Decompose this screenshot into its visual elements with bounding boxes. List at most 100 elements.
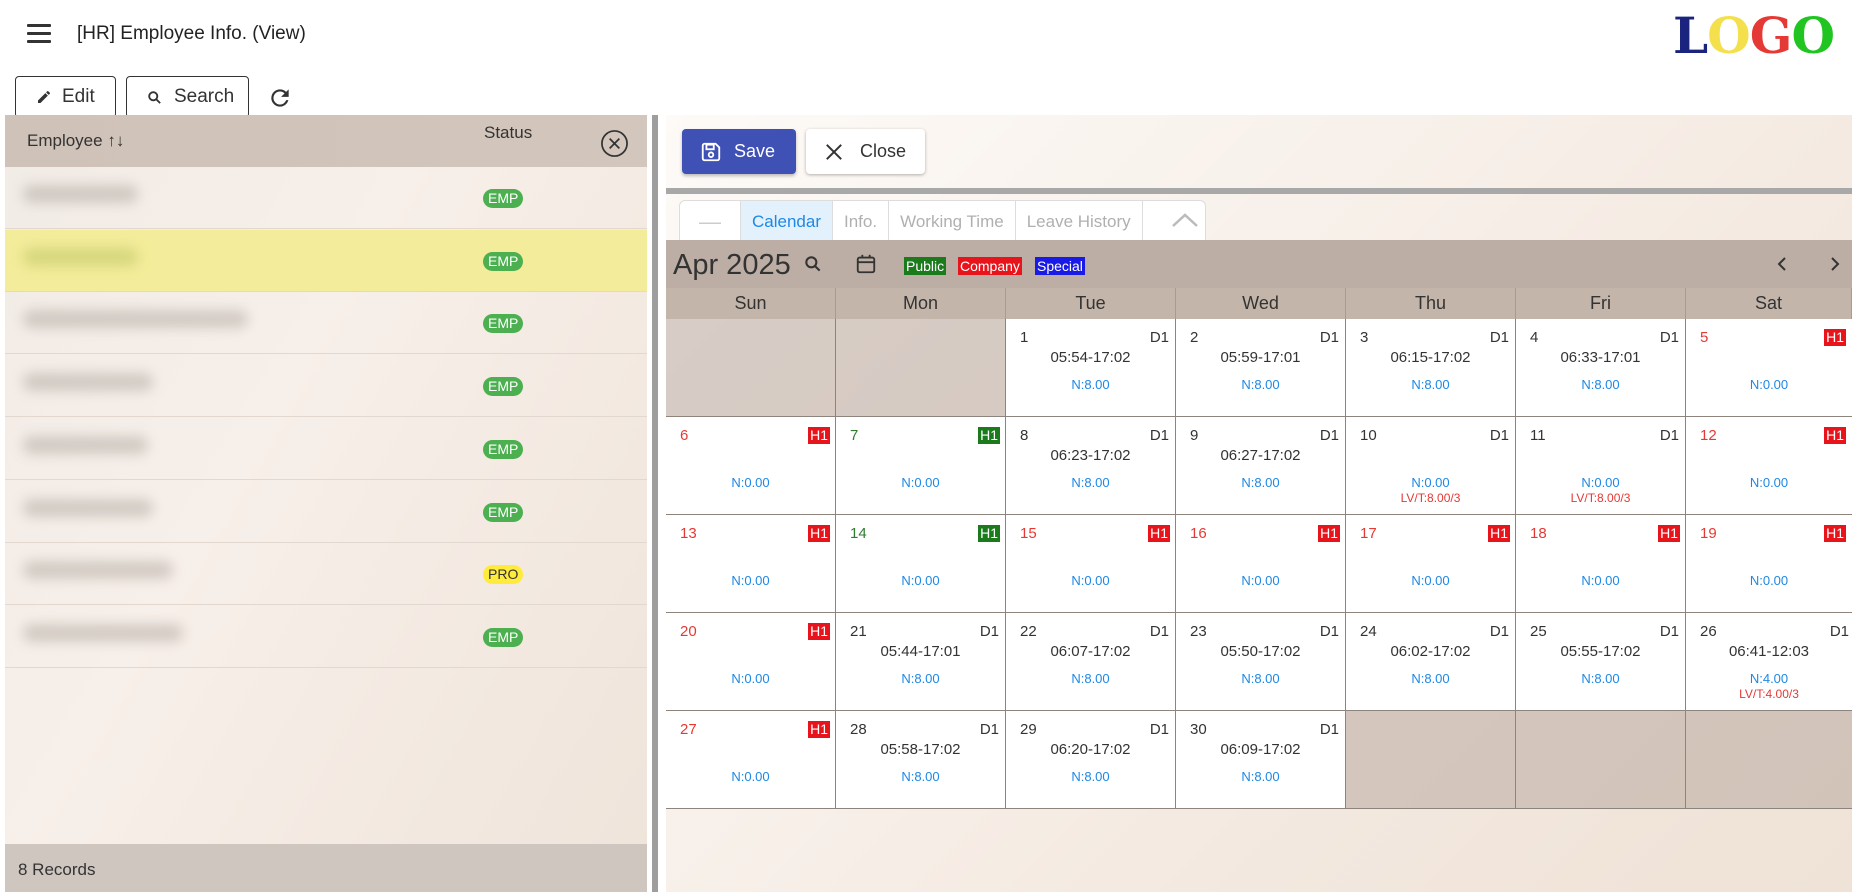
calendar-day[interactable]: 12 H1 N:0.00: [1686, 417, 1852, 515]
search-button[interactable]: Search: [126, 76, 249, 118]
calendar-day[interactable]: 15 H1 N:0.00: [1006, 515, 1176, 613]
edit-button[interactable]: Edit: [15, 76, 116, 118]
calendar-day[interactable]: 6 H1 N:0.00: [666, 417, 836, 515]
calendar-day[interactable]: 27 H1 N:0.00: [666, 711, 836, 809]
chevron-left-icon[interactable]: [1773, 254, 1793, 274]
table-row[interactable]: EMP: [5, 229, 647, 292]
chevron-right-icon[interactable]: [1824, 254, 1844, 274]
calendar-day[interactable]: 28 D1 05:58-17:02 N:8.00: [836, 711, 1006, 809]
status-badge: EMP: [483, 502, 524, 522]
close-panel-icon[interactable]: [600, 129, 629, 158]
close-icon: [826, 143, 842, 160]
normal-hours: N:0.00: [1241, 573, 1280, 588]
day-number: 14: [850, 525, 867, 542]
close-label: Close: [860, 141, 907, 161]
calendar-day[interactable]: 24 D1 06:02-17:02 N:8.00: [1346, 613, 1516, 711]
status-badge: EMP: [483, 189, 524, 208]
detail-panel: Save Close — Calendar Info. Working Time…: [666, 115, 1852, 892]
normal-hours: N:8.00: [1581, 377, 1620, 392]
shift-tag: D1: [1319, 329, 1339, 346]
normal-hours: N:8.00: [1241, 377, 1280, 392]
normal-hours: N:0.00: [1581, 573, 1620, 588]
calendar-day[interactable]: 18 H1 N:0.00: [1516, 515, 1686, 613]
normal-hours: N:0.00: [1411, 573, 1450, 588]
calendar-day[interactable]: 19 H1 N:0.00: [1686, 515, 1852, 613]
tab-leave-history[interactable]: Leave History: [1016, 201, 1143, 243]
status-column-header[interactable]: Status: [484, 123, 532, 143]
calendar-day[interactable]: 10 D1 N:0.00 LV/T:8.00/3: [1346, 417, 1516, 515]
calendar-day[interactable]: 2 D1 05:59-17:01 N:8.00: [1176, 319, 1346, 417]
refresh-icon[interactable]: [267, 85, 293, 111]
tab-calendar[interactable]: Calendar: [741, 201, 833, 243]
calendar-day[interactable]: 23 D1 05:50-17:02 N:8.00: [1176, 613, 1346, 711]
attendance-time: 05:55-17:02: [1560, 643, 1641, 660]
table-row[interactable]: EMP: [5, 167, 647, 229]
shift-tag: H1: [978, 525, 1000, 542]
leave-info: LV/T:8.00/3: [1400, 491, 1461, 505]
calendar-day[interactable]: 26 D1 06:41-12:03 N:4.00 LV/T:4.00/3: [1686, 613, 1852, 711]
menu-icon[interactable]: [27, 24, 51, 44]
day-number: 17: [1360, 525, 1377, 542]
search-icon[interactable]: [803, 254, 823, 274]
calendar-day[interactable]: 7 H1 N:0.00: [836, 417, 1006, 515]
calendar-day[interactable]: 9 D1 06:27-17:02 N:8.00: [1176, 417, 1346, 515]
calendar-day[interactable]: 8 D1 06:23-17:02 N:8.00: [1006, 417, 1176, 515]
shift-tag: D1: [1319, 623, 1339, 640]
calendar-day[interactable]: 5 H1 N:0.00: [1686, 319, 1852, 417]
shift-tag: D1: [1489, 329, 1509, 346]
calendar-day[interactable]: 21 D1 05:44-17:01 N:8.00: [836, 613, 1006, 711]
calendar-empty-day: [1686, 711, 1852, 809]
table-row[interactable]: PRO: [5, 543, 647, 606]
weekday-sun: Sun: [666, 288, 836, 319]
calendar-day[interactable]: 3 D1 06:15-17:02 N:8.00: [1346, 319, 1516, 417]
tab-working-time[interactable]: Working Time: [889, 201, 1016, 243]
calendar-icon[interactable]: [855, 253, 877, 275]
save-button[interactable]: Save: [682, 129, 796, 174]
weekday-mon: Mon: [836, 288, 1006, 319]
shift-tag: H1: [1148, 525, 1170, 542]
calendar-day[interactable]: 13 H1 N:0.00: [666, 515, 836, 613]
attendance-time: 06:07-17:02: [1050, 643, 1131, 660]
calendar-day[interactable]: 11 D1 N:0.00 LV/T:8.00/3: [1516, 417, 1686, 515]
table-row[interactable]: EMP: [5, 606, 647, 668]
calendar-day[interactable]: 22 D1 06:07-17:02 N:8.00: [1006, 613, 1176, 711]
calendar-day[interactable]: 16 H1 N:0.00: [1176, 515, 1346, 613]
table-row[interactable]: EMP: [5, 481, 647, 543]
logo: LOGO: [1673, 6, 1835, 65]
day-number: 27: [680, 721, 697, 738]
chevron-up-icon[interactable]: [1143, 201, 1205, 243]
panel-splitter[interactable]: [652, 115, 658, 892]
close-button[interactable]: Close: [806, 129, 925, 174]
normal-hours: N:8.00: [1411, 671, 1450, 686]
calendar-day[interactable]: 20 H1 N:0.00: [666, 613, 836, 711]
normal-hours: N:0.00: [731, 475, 770, 490]
calendar-day[interactable]: 17 H1 N:0.00: [1346, 515, 1516, 613]
status-badge: EMP: [483, 251, 524, 271]
shift-tag: D1: [1829, 623, 1849, 640]
day-number: 13: [680, 525, 697, 542]
tab-info[interactable]: Info.: [833, 201, 890, 243]
calendar-day[interactable]: 4 D1 06:33-17:01 N:8.00: [1516, 319, 1686, 417]
table-row[interactable]: EMP: [5, 355, 647, 418]
normal-hours: N:0.00: [1749, 573, 1789, 588]
collapse-tab[interactable]: —: [680, 201, 741, 243]
day-number: 1: [1020, 329, 1029, 346]
calendar-day[interactable]: 25 D1 05:55-17:02 N:8.00: [1516, 613, 1686, 711]
calendar-day[interactable]: 14 H1 N:0.00: [836, 515, 1006, 613]
weekday-header: Sun Mon Tue Wed Thu Fri Sat: [666, 288, 1852, 319]
day-number: 28: [850, 721, 867, 738]
shift-tag: H1: [1318, 525, 1340, 542]
calendar-day[interactable]: 1 D1 05:54-17:02 N:8.00: [1006, 319, 1176, 417]
day-number: 8: [1020, 427, 1029, 444]
employee-column-header[interactable]: Employee ↑↓: [27, 131, 124, 151]
attendance-time: 05:44-17:01: [880, 643, 961, 660]
day-number: 18: [1530, 525, 1547, 542]
list-footer: 8 Records: [5, 844, 647, 892]
month-label: Apr 2025: [673, 249, 791, 281]
table-row[interactable]: EMP: [5, 418, 647, 480]
table-row[interactable]: EMP: [5, 292, 647, 355]
calendar-day[interactable]: 30 D1 06:09-17:02 N:8.00: [1176, 711, 1346, 809]
weekday-sat: Sat: [1686, 288, 1852, 319]
employee-name-redacted: [23, 185, 138, 203]
calendar-day[interactable]: 29 D1 06:20-17:02 N:8.00: [1006, 711, 1176, 809]
